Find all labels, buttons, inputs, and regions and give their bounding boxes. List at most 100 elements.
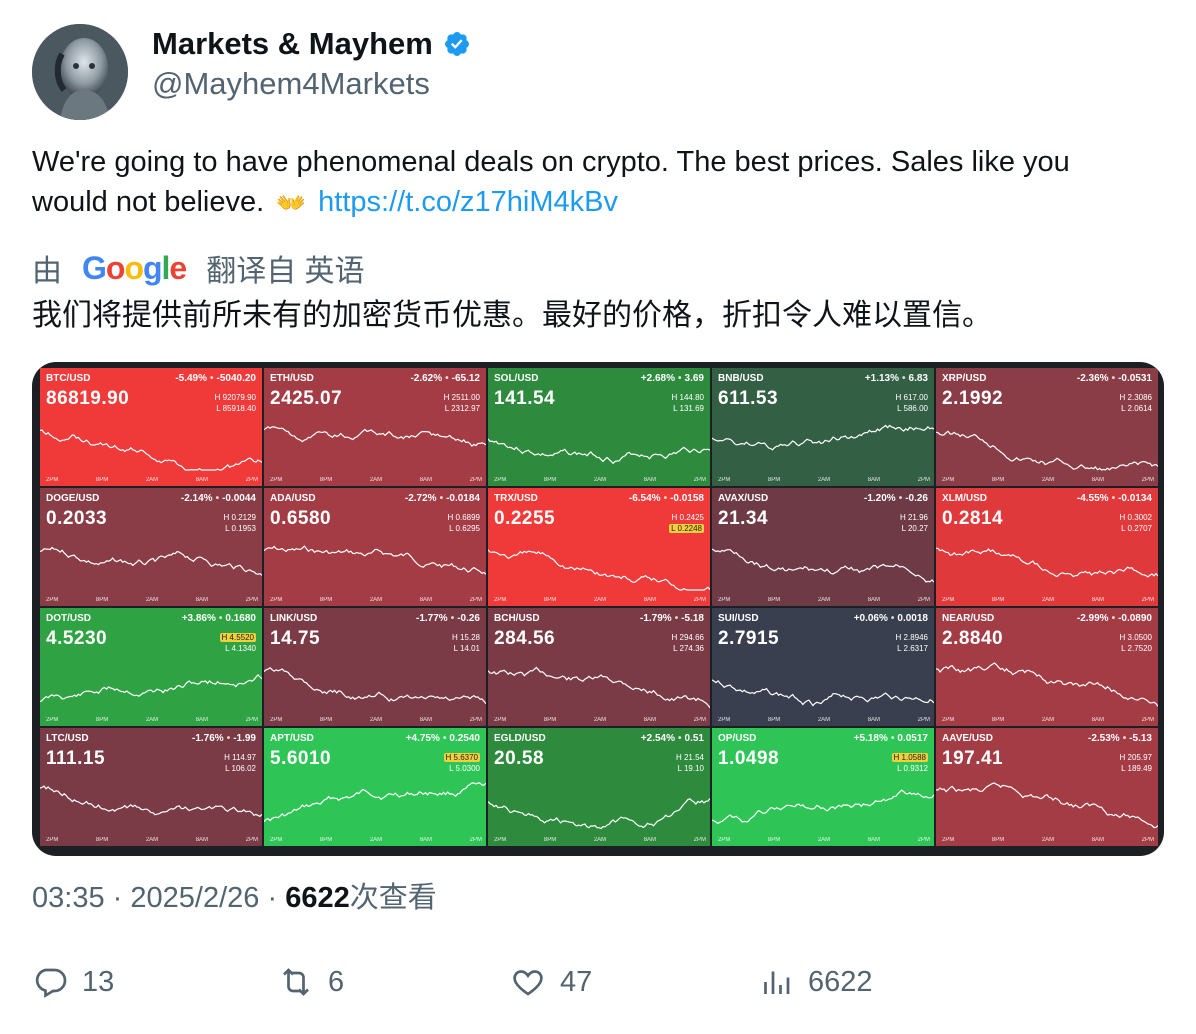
tile-change: -2.36% • -0.0531 — [1077, 373, 1152, 384]
tile-change-pct: -6.54% — [628, 493, 661, 504]
tile-low: L 0.9312 — [897, 764, 928, 773]
tile-high-value: 114.97 — [232, 753, 256, 762]
views-count: 6622 — [285, 882, 350, 914]
time-label: 2PM — [46, 477, 59, 483]
like-button[interactable]: 47 — [510, 964, 592, 1000]
tile-high: H 617.00 — [895, 393, 928, 402]
heart-icon — [513, 970, 543, 996]
retweet-button[interactable]: 6 — [278, 964, 344, 1000]
tile-low-value: 19.10 — [683, 764, 704, 773]
retweet-icon — [283, 968, 309, 996]
tile-low-value: 586.00 — [903, 404, 928, 413]
tile-change: +2.68% • 3.69 — [641, 373, 704, 384]
tile-change: -1.20% • -0.26 — [864, 493, 928, 504]
bullet-icon: • — [215, 493, 220, 504]
tile-change-abs: -0.26 — [905, 493, 928, 504]
time-label: 2PM — [693, 837, 706, 843]
tile-high-value: 4.5520 — [229, 633, 254, 642]
reply-button[interactable]: 13 — [32, 964, 114, 1000]
time-axis: 2PM 8PM 2AM 8AM 2PM — [494, 837, 706, 843]
time-label: 2AM — [145, 597, 159, 603]
tile-symbol: EGLD/USD — [494, 733, 546, 744]
tile-symbol: SOL/USD — [494, 373, 539, 384]
tile-change-pct: -1.79% — [640, 613, 672, 624]
tile-price: 14.75 — [270, 628, 321, 649]
tile-change-pct: -1.77% — [416, 613, 448, 624]
tile-high-value: 617.00 — [903, 393, 928, 402]
reply-count: 13 — [82, 965, 115, 998]
tile-change: -1.76% • -1.99 — [192, 733, 256, 744]
sparkline-path — [264, 782, 486, 823]
time-label: 8AM — [195, 717, 209, 723]
tile-high-value: 21.96 — [907, 513, 928, 522]
tile-low: L 2.0614 — [1121, 404, 1152, 413]
tile-price: 611.53 — [718, 388, 779, 409]
tile-change-abs: 6.83 — [908, 373, 928, 384]
google-logo-icon[interactable]: Google — [82, 250, 187, 287]
sparkline-path — [264, 545, 486, 575]
time-label: 8PM — [767, 477, 781, 483]
sparkline — [712, 424, 934, 451]
tile-low-value: 20.27 — [907, 524, 928, 533]
bullet-icon: • — [226, 733, 231, 744]
tile-low-value: 2.7520 — [1127, 644, 1152, 653]
sparkline — [712, 548, 934, 583]
tile-low: L 189.49 — [1121, 764, 1152, 773]
time-label: 8AM — [867, 477, 881, 483]
tile-low: L 0.2707 — [1121, 524, 1152, 533]
time-axis: 2PM 8PM 2AM 8AM 2PM — [46, 717, 258, 723]
tile-change: -1.77% • -0.26 — [416, 613, 480, 624]
sparkline — [936, 547, 1158, 578]
tile-high-value: 0.6899 — [455, 513, 480, 522]
tile-change: -2.72% • -0.0184 — [405, 493, 480, 504]
tile-high: H 0.2129 — [223, 513, 256, 522]
tweet-text: We're going to have phenomenal deals on … — [32, 142, 1152, 224]
tile-change-pct: -2.62% — [410, 373, 443, 384]
time-axis: 2PM 8PM 2AM 8AM 2PM — [270, 477, 482, 483]
analytics-icon — [764, 971, 790, 994]
tile-price: 2.7915 — [718, 628, 780, 649]
user-handle[interactable]: @Mayhem4Markets — [152, 66, 430, 102]
tile-high-value: 2.8946 — [903, 633, 928, 642]
time-label: 8PM — [319, 837, 333, 843]
time-label: 2AM — [369, 597, 383, 603]
sparkline — [488, 798, 710, 830]
tile-high-value: 3.0500 — [1127, 633, 1152, 642]
avatar[interactable] — [32, 24, 128, 120]
like-count: 47 — [560, 965, 593, 998]
sparkline — [40, 546, 262, 576]
bullet-icon: • — [678, 733, 682, 744]
tile-price: 0.6580 — [270, 508, 332, 529]
tweet-link[interactable]: https://t.co/z17hiM4kBv — [318, 186, 618, 218]
tweet-date[interactable]: 2025/2/26 — [130, 882, 259, 914]
tile-high: H 21.96 — [899, 513, 928, 522]
tile-change-abs: 0.0018 — [897, 613, 928, 624]
time-label: 8AM — [1091, 717, 1105, 723]
tile-price: 2.8840 — [942, 628, 1004, 649]
time-label: 8PM — [95, 597, 109, 603]
time-label: 2AM — [369, 477, 383, 483]
tile-change-pct: +2.68% — [640, 373, 676, 384]
tile-change-pct: +4.75% — [405, 733, 440, 744]
time-label: 8AM — [419, 837, 433, 843]
time-label: 2PM — [46, 837, 59, 843]
display-name[interactable]: Markets & Mayhem — [152, 26, 433, 62]
tile-low: L 274.36 — [673, 644, 704, 653]
translation-source[interactable]: 翻译自 英语 — [206, 246, 364, 290]
tile-low-value: 4.1340 — [231, 644, 256, 653]
time-label: 2AM — [145, 717, 159, 723]
time-label: 8AM — [419, 477, 433, 483]
tweet-header: Markets & Mayhem @Mayhem4Markets — [32, 24, 1162, 120]
sparkline-path — [936, 547, 1158, 578]
verified-badge-icon — [444, 32, 469, 56]
tile-low: L 2.7520 — [1121, 644, 1152, 653]
time-label: 8PM — [543, 477, 557, 483]
tweet-time[interactable]: 03:35 — [32, 882, 105, 914]
tile-symbol: XRP/USD — [942, 373, 987, 384]
views-button[interactable]: 6622 — [758, 964, 873, 1000]
time-label: 2AM — [1041, 477, 1055, 483]
tile-change-pct: -1.20% — [864, 493, 896, 504]
tile-symbol: AAVE/USD — [942, 733, 993, 744]
tweet-image[interactable]: BTC/USD -5.49% • -5040.20 86819.90 H 92079.90… — [32, 362, 1164, 856]
tile-high-low: H 144.80 L 131.69 — [672, 392, 704, 414]
